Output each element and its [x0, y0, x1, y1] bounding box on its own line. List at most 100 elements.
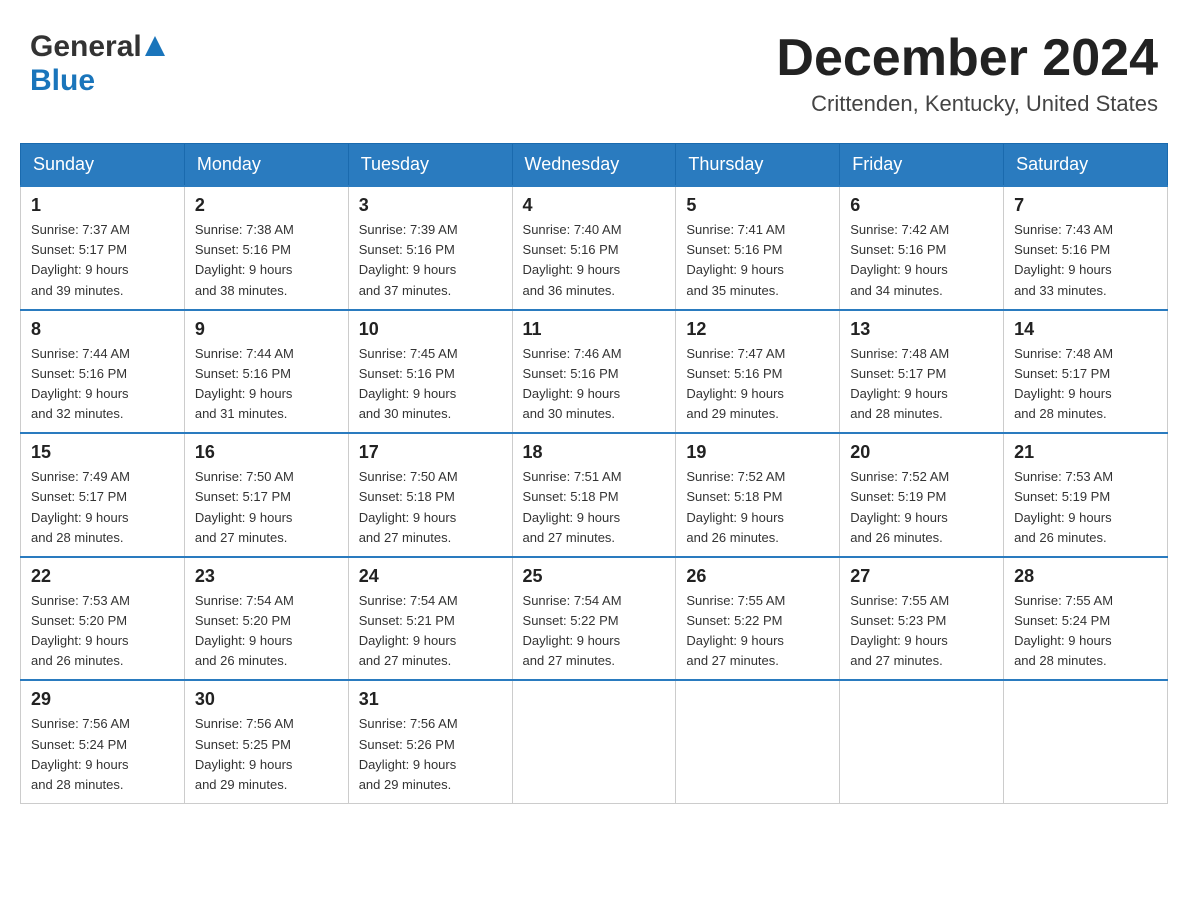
- calendar-week-row: 15 Sunrise: 7:49 AM Sunset: 5:17 PM Dayl…: [21, 433, 1168, 557]
- day-number: 8: [31, 319, 174, 340]
- col-wednesday: Wednesday: [512, 144, 676, 187]
- day-number: 15: [31, 442, 174, 463]
- day-info: Sunrise: 7:54 AM Sunset: 5:21 PM Dayligh…: [359, 591, 502, 672]
- day-number: 31: [359, 689, 502, 710]
- day-info: Sunrise: 7:41 AM Sunset: 5:16 PM Dayligh…: [686, 220, 829, 301]
- day-number: 18: [523, 442, 666, 463]
- day-number: 16: [195, 442, 338, 463]
- day-info: Sunrise: 7:48 AM Sunset: 5:17 PM Dayligh…: [1014, 344, 1157, 425]
- col-friday: Friday: [840, 144, 1004, 187]
- calendar-header-row: Sunday Monday Tuesday Wednesday Thursday…: [21, 144, 1168, 187]
- table-row: 15 Sunrise: 7:49 AM Sunset: 5:17 PM Dayl…: [21, 433, 185, 557]
- day-number: 14: [1014, 319, 1157, 340]
- day-number: 5: [686, 195, 829, 216]
- day-number: 22: [31, 566, 174, 587]
- calendar-week-row: 29 Sunrise: 7:56 AM Sunset: 5:24 PM Dayl…: [21, 680, 1168, 803]
- day-number: 12: [686, 319, 829, 340]
- day-info: Sunrise: 7:55 AM Sunset: 5:23 PM Dayligh…: [850, 591, 993, 672]
- table-row: [1004, 680, 1168, 803]
- table-row: 26 Sunrise: 7:55 AM Sunset: 5:22 PM Dayl…: [676, 557, 840, 681]
- day-info: Sunrise: 7:55 AM Sunset: 5:22 PM Dayligh…: [686, 591, 829, 672]
- day-number: 6: [850, 195, 993, 216]
- table-row: 25 Sunrise: 7:54 AM Sunset: 5:22 PM Dayl…: [512, 557, 676, 681]
- day-info: Sunrise: 7:50 AM Sunset: 5:17 PM Dayligh…: [195, 467, 338, 548]
- month-title: December 2024: [776, 30, 1158, 87]
- day-number: 17: [359, 442, 502, 463]
- table-row: 27 Sunrise: 7:55 AM Sunset: 5:23 PM Dayl…: [840, 557, 1004, 681]
- day-number: 10: [359, 319, 502, 340]
- day-number: 19: [686, 442, 829, 463]
- table-row: 20 Sunrise: 7:52 AM Sunset: 5:19 PM Dayl…: [840, 433, 1004, 557]
- day-info: Sunrise: 7:42 AM Sunset: 5:16 PM Dayligh…: [850, 220, 993, 301]
- day-info: Sunrise: 7:44 AM Sunset: 5:16 PM Dayligh…: [31, 344, 174, 425]
- location-title: Crittenden, Kentucky, United States: [776, 91, 1158, 117]
- day-info: Sunrise: 7:50 AM Sunset: 5:18 PM Dayligh…: [359, 467, 502, 548]
- day-number: 24: [359, 566, 502, 587]
- day-info: Sunrise: 7:38 AM Sunset: 5:16 PM Dayligh…: [195, 220, 338, 301]
- day-info: Sunrise: 7:45 AM Sunset: 5:16 PM Dayligh…: [359, 344, 502, 425]
- title-section: December 2024 Crittenden, Kentucky, Unit…: [776, 30, 1158, 117]
- day-number: 26: [686, 566, 829, 587]
- table-row: [840, 680, 1004, 803]
- day-info: Sunrise: 7:40 AM Sunset: 5:16 PM Dayligh…: [523, 220, 666, 301]
- day-info: Sunrise: 7:56 AM Sunset: 5:24 PM Dayligh…: [31, 714, 174, 795]
- day-info: Sunrise: 7:47 AM Sunset: 5:16 PM Dayligh…: [686, 344, 829, 425]
- day-number: 25: [523, 566, 666, 587]
- table-row: 19 Sunrise: 7:52 AM Sunset: 5:18 PM Dayl…: [676, 433, 840, 557]
- page-header: General Blue December 2024 Crittenden, K…: [20, 20, 1168, 127]
- day-number: 9: [195, 319, 338, 340]
- day-number: 30: [195, 689, 338, 710]
- day-info: Sunrise: 7:52 AM Sunset: 5:18 PM Dayligh…: [686, 467, 829, 548]
- day-info: Sunrise: 7:54 AM Sunset: 5:20 PM Dayligh…: [195, 591, 338, 672]
- table-row: 14 Sunrise: 7:48 AM Sunset: 5:17 PM Dayl…: [1004, 310, 1168, 434]
- table-row: 21 Sunrise: 7:53 AM Sunset: 5:19 PM Dayl…: [1004, 433, 1168, 557]
- calendar-table: Sunday Monday Tuesday Wednesday Thursday…: [20, 143, 1168, 804]
- day-info: Sunrise: 7:46 AM Sunset: 5:16 PM Dayligh…: [523, 344, 666, 425]
- col-monday: Monday: [184, 144, 348, 187]
- day-info: Sunrise: 7:37 AM Sunset: 5:17 PM Dayligh…: [31, 220, 174, 301]
- logo-blue: Blue: [30, 64, 95, 97]
- table-row: 3 Sunrise: 7:39 AM Sunset: 5:16 PM Dayli…: [348, 186, 512, 310]
- table-row: 24 Sunrise: 7:54 AM Sunset: 5:21 PM Dayl…: [348, 557, 512, 681]
- table-row: 22 Sunrise: 7:53 AM Sunset: 5:20 PM Dayl…: [21, 557, 185, 681]
- day-number: 27: [850, 566, 993, 587]
- logo: General Blue: [30, 30, 166, 98]
- day-info: Sunrise: 7:53 AM Sunset: 5:20 PM Dayligh…: [31, 591, 174, 672]
- table-row: 1 Sunrise: 7:37 AM Sunset: 5:17 PM Dayli…: [21, 186, 185, 310]
- day-number: 21: [1014, 442, 1157, 463]
- day-number: 2: [195, 195, 338, 216]
- day-number: 3: [359, 195, 502, 216]
- table-row: 17 Sunrise: 7:50 AM Sunset: 5:18 PM Dayl…: [348, 433, 512, 557]
- day-info: Sunrise: 7:49 AM Sunset: 5:17 PM Dayligh…: [31, 467, 174, 548]
- day-number: 7: [1014, 195, 1157, 216]
- day-info: Sunrise: 7:55 AM Sunset: 5:24 PM Dayligh…: [1014, 591, 1157, 672]
- table-row: 9 Sunrise: 7:44 AM Sunset: 5:16 PM Dayli…: [184, 310, 348, 434]
- table-row: 11 Sunrise: 7:46 AM Sunset: 5:16 PM Dayl…: [512, 310, 676, 434]
- table-row: 28 Sunrise: 7:55 AM Sunset: 5:24 PM Dayl…: [1004, 557, 1168, 681]
- calendar-week-row: 22 Sunrise: 7:53 AM Sunset: 5:20 PM Dayl…: [21, 557, 1168, 681]
- day-number: 23: [195, 566, 338, 587]
- day-info: Sunrise: 7:52 AM Sunset: 5:19 PM Dayligh…: [850, 467, 993, 548]
- table-row: [512, 680, 676, 803]
- logo-arrow-icon: [142, 34, 166, 60]
- col-sunday: Sunday: [21, 144, 185, 187]
- table-row: 16 Sunrise: 7:50 AM Sunset: 5:17 PM Dayl…: [184, 433, 348, 557]
- table-row: 29 Sunrise: 7:56 AM Sunset: 5:24 PM Dayl…: [21, 680, 185, 803]
- day-info: Sunrise: 7:39 AM Sunset: 5:16 PM Dayligh…: [359, 220, 502, 301]
- day-info: Sunrise: 7:56 AM Sunset: 5:26 PM Dayligh…: [359, 714, 502, 795]
- day-info: Sunrise: 7:53 AM Sunset: 5:19 PM Dayligh…: [1014, 467, 1157, 548]
- day-info: Sunrise: 7:51 AM Sunset: 5:18 PM Dayligh…: [523, 467, 666, 548]
- logo-general: General: [30, 30, 142, 64]
- day-info: Sunrise: 7:56 AM Sunset: 5:25 PM Dayligh…: [195, 714, 338, 795]
- table-row: 8 Sunrise: 7:44 AM Sunset: 5:16 PM Dayli…: [21, 310, 185, 434]
- day-number: 20: [850, 442, 993, 463]
- table-row: 10 Sunrise: 7:45 AM Sunset: 5:16 PM Dayl…: [348, 310, 512, 434]
- day-info: Sunrise: 7:54 AM Sunset: 5:22 PM Dayligh…: [523, 591, 666, 672]
- table-row: 18 Sunrise: 7:51 AM Sunset: 5:18 PM Dayl…: [512, 433, 676, 557]
- col-thursday: Thursday: [676, 144, 840, 187]
- day-info: Sunrise: 7:43 AM Sunset: 5:16 PM Dayligh…: [1014, 220, 1157, 301]
- calendar-week-row: 1 Sunrise: 7:37 AM Sunset: 5:17 PM Dayli…: [21, 186, 1168, 310]
- table-row: 4 Sunrise: 7:40 AM Sunset: 5:16 PM Dayli…: [512, 186, 676, 310]
- table-row: [676, 680, 840, 803]
- table-row: 5 Sunrise: 7:41 AM Sunset: 5:16 PM Dayli…: [676, 186, 840, 310]
